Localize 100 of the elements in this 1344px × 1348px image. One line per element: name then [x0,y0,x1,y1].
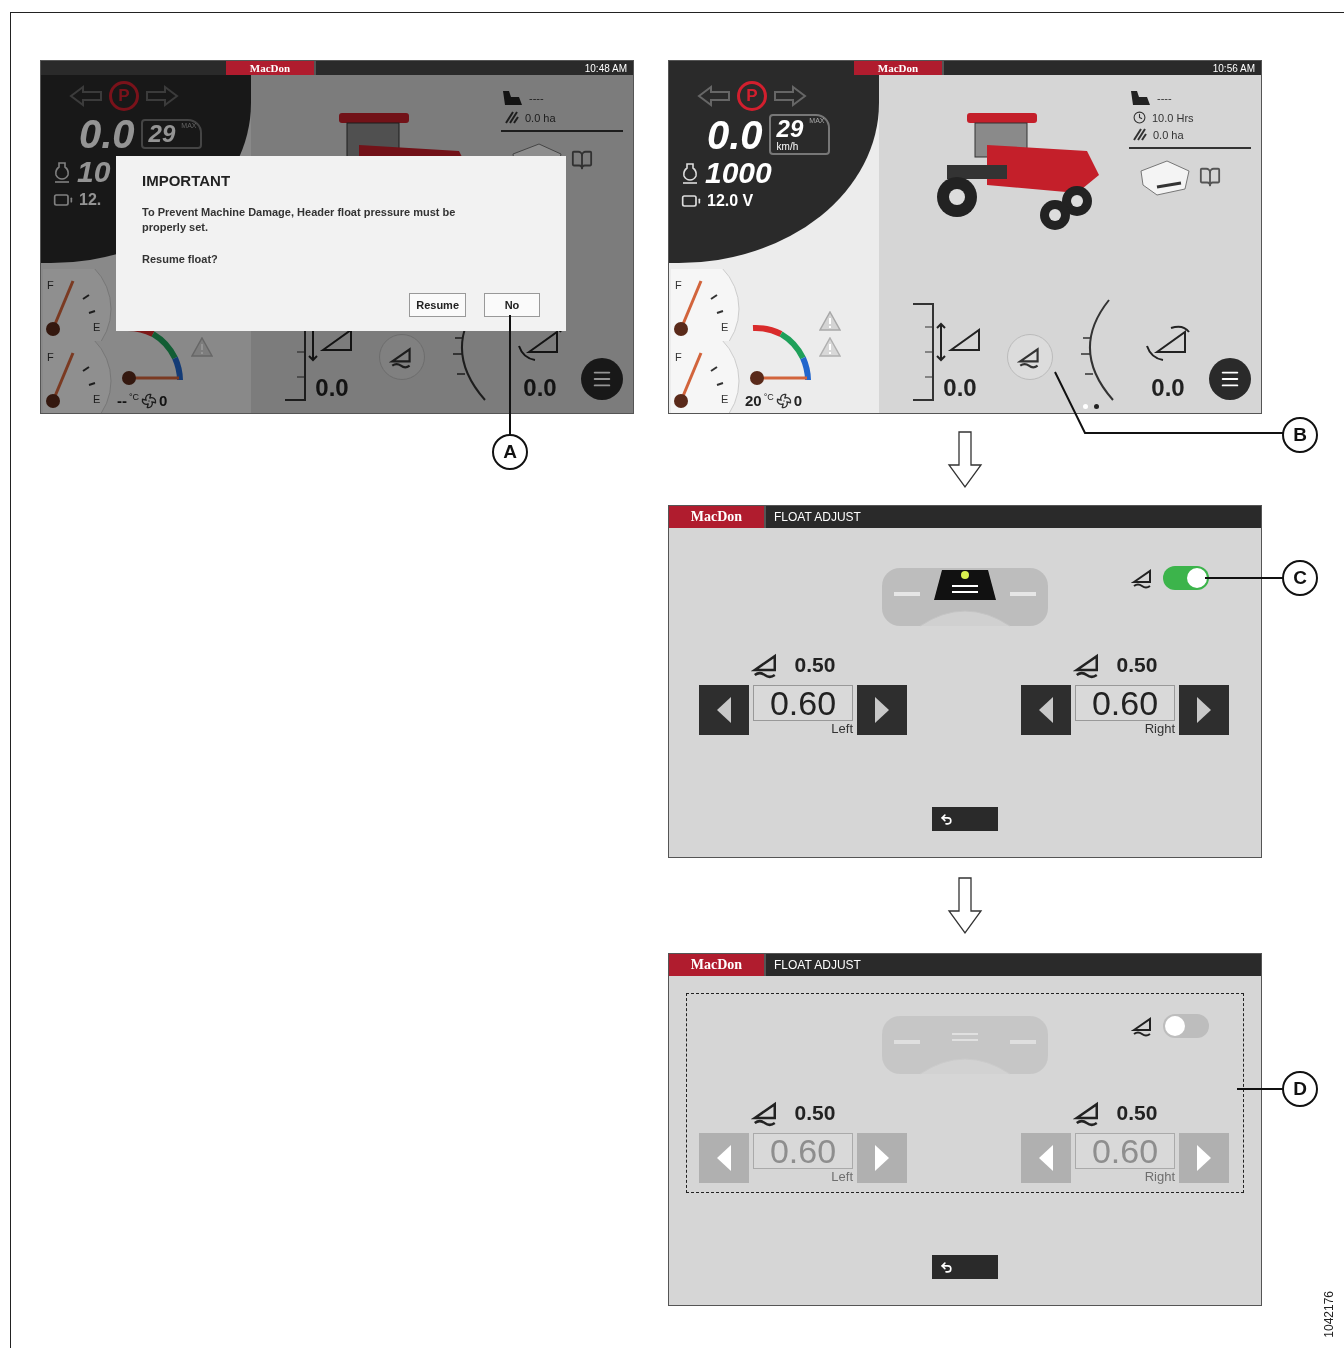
increase-button[interactable] [857,685,907,735]
side-label: Left [831,721,853,736]
screen-title: FLOAT ADJUST [773,957,861,974]
temperature-reading: -- [117,392,127,409]
menu-button[interactable] [1209,358,1251,400]
float-value-field[interactable]: 0.60 [1075,685,1175,721]
max-speed-value: 29 [148,122,176,146]
height-gauge-scale-icon [911,302,935,402]
figure-number: 1042176 [1322,1291,1336,1338]
fan-icon [775,392,792,409]
dialog-message: To Prevent Machine Damage, Header float pressure must be properly set. [142,205,457,236]
callout-label: A [492,434,528,470]
gauge-empty-mark: E [93,393,101,405]
right-triangle-icon [1196,696,1212,724]
clock-time: 10:56 AM [1212,61,1256,75]
speed-unit: km/h [776,141,800,152]
manual-book-icon [571,149,593,171]
float-button[interactable] [379,334,425,380]
side-label: Right [1144,721,1175,736]
temperature-unit: °C [763,392,774,402]
right-turn-arrow-icon [773,85,807,107]
left-triangle-icon [716,1144,732,1172]
distance-reading: ---- [529,92,544,104]
voltage-reading: 12.0 V [707,192,754,210]
tilt-reading: 0.0 [1151,374,1185,402]
area-reading: 0.0 ha [1153,128,1184,141]
distance-reading: ---- [1157,92,1172,104]
speed-reading: 0.0 [79,114,135,154]
temperature-reading: 20 [745,392,762,409]
back-button[interactable] [932,1255,998,1279]
temperature-unit: °C [129,392,140,402]
down-arrow-icon [947,430,983,489]
height-reading: 0.0 [315,374,349,402]
gauge-full-mark: F [47,351,54,363]
gauge-empty-mark: E [93,321,101,333]
decrease-button[interactable] [699,685,749,735]
left-triangle-icon [716,696,732,724]
dialog-button[interactable]: No [484,293,540,317]
gauge-full-mark: F [675,279,682,291]
max-speed-value: 29 [776,117,804,141]
decrease-button[interactable] [1021,685,1071,735]
dialog-button[interactable]: Resume [409,293,466,317]
dialog-question: Resume float? [142,251,219,267]
hatched-area-icon [1133,128,1147,141]
clock-time: 10:48 AM [584,61,628,75]
float-toggle-switch[interactable] [1163,566,1209,590]
dialog-title: IMPORTANT [142,172,232,189]
area-reading: 0.0 ha [525,111,556,124]
engine-rpm-reading: 10 [77,157,111,187]
page-indicator-dot[interactable] [1083,403,1088,409]
hours-reading: 10.0 Hrs [1152,111,1194,124]
screen-title: FLOAT ADJUST [773,509,861,526]
height-reading: 0.0 [943,374,977,402]
left-triangle-icon [1038,1144,1054,1172]
voltage-reading: 12. [79,191,102,209]
header-silhouette-icon [1129,89,1151,107]
side-label: Right [1144,1169,1175,1184]
float-button[interactable] [1007,334,1053,380]
menu-button[interactable] [581,358,623,400]
float-reading: 0.50 [794,653,836,677]
engine-speed-icon [53,161,71,183]
header-attachment-drawing [1137,157,1193,197]
gauge-empty-mark: E [721,393,729,405]
back-button[interactable] [932,807,998,831]
warning-icon [819,311,841,331]
warning-icon [819,337,841,357]
side-label: Left [831,1169,853,1184]
callout-label: B [1282,417,1318,453]
fan-icon [141,392,158,409]
callout-label: D [1282,1071,1318,1107]
manual-book-icon [1199,166,1221,188]
leader-line [1236,1088,1284,1090]
return-arrow-icon [940,812,953,826]
left-turn-arrow-icon [69,85,103,107]
brand-logo: MacDon [669,954,766,976]
right-turn-arrow-icon [145,85,179,107]
left-triangle-icon [1038,696,1054,724]
right-triangle-icon [1196,1144,1212,1172]
fan-count: 0 [793,392,803,409]
gauge-empty-mark: E [721,321,729,333]
engine-rpm-reading: 1000 [705,158,772,188]
tilt-reading: 0.0 [523,374,557,402]
header-silhouette-icon [501,89,523,107]
page-indicator-dot[interactable] [1094,403,1099,409]
float-reading: 0.50 [1116,653,1158,677]
callout-label: C [1282,560,1318,596]
warning-icon [191,337,213,357]
brand-logo: MacDon [854,61,944,75]
clock-icon [1133,111,1146,124]
right-triangle-icon [874,696,890,724]
float-reading: 0.50 [1116,1101,1158,1125]
brand-logo: MacDon [669,506,766,528]
float-reading: 0.50 [794,1101,836,1125]
float-toggle-switch[interactable] [1163,1014,1209,1038]
return-arrow-icon [940,1260,953,1274]
left-turn-arrow-icon [697,85,731,107]
down-arrow-icon [947,876,983,935]
float-value-field[interactable]: 0.60 [753,685,853,721]
parking-brake-indicator: P [737,81,767,111]
increase-button[interactable] [1179,685,1229,735]
